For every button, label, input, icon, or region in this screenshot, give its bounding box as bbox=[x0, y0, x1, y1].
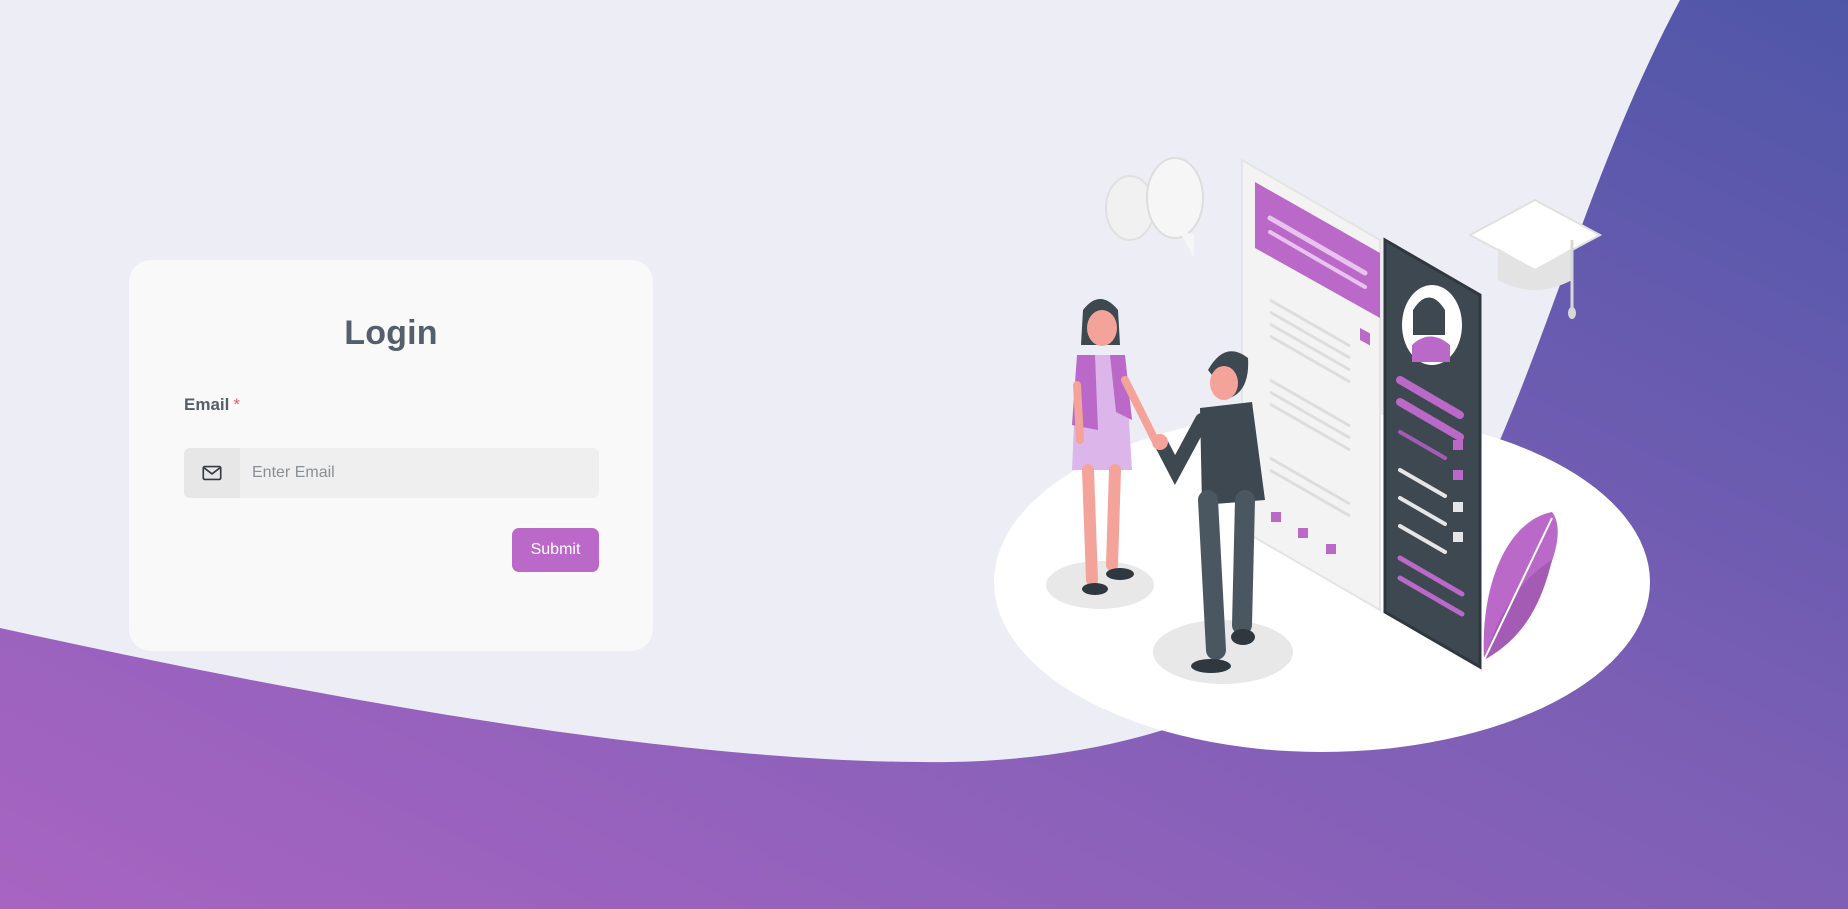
graduation-cap-icon bbox=[1467, 198, 1603, 319]
speech-bubbles-icon bbox=[1105, 157, 1204, 258]
handshake-illustration bbox=[994, 157, 1650, 752]
email-label-text: Email bbox=[184, 395, 230, 414]
email-input[interactable] bbox=[240, 448, 599, 498]
phone-profile-icon bbox=[1383, 237, 1482, 670]
login-page: Login Email* Submit bbox=[0, 0, 1848, 909]
resume-document-icon bbox=[1241, 158, 1381, 612]
email-input-group bbox=[184, 448, 599, 498]
required-indicator: * bbox=[233, 395, 240, 414]
submit-button[interactable]: Submit bbox=[512, 528, 599, 572]
mail-icon bbox=[202, 465, 222, 481]
email-label: Email * bbox=[184, 395, 240, 415]
login-title: Login bbox=[344, 314, 438, 352]
email-icon-addon bbox=[184, 448, 240, 498]
login-card: Login Email* Submit bbox=[129, 260, 653, 651]
